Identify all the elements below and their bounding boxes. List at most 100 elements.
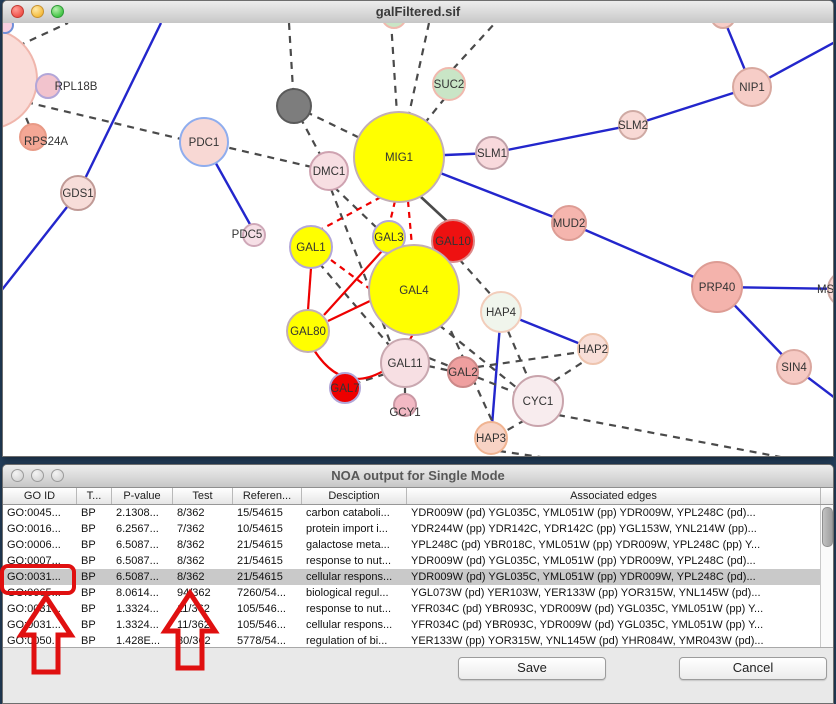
cell-ref: 7260/54...	[233, 585, 302, 601]
desktop: { "network_window": { "title": "galFilte…	[0, 0, 836, 704]
cell-desc: biological regul...	[302, 585, 407, 601]
network-edge[interactable]	[320, 197, 381, 230]
network-edge[interactable]	[409, 23, 429, 114]
column-header-t[interactable]: T...	[77, 488, 112, 504]
cell-edges: YFR034C (pd) YBR093C, YDR009W (pd) YGL03…	[407, 601, 822, 617]
column-header-go[interactable]: GO ID	[3, 488, 77, 504]
network-node-mud2[interactable]: MUD2	[552, 206, 586, 240]
network-node-hap3[interactable]: HAP3	[475, 422, 507, 454]
network-node-gal2[interactable]: GAL2	[448, 357, 478, 387]
network-node-rpl18b[interactable]: RPL18B	[36, 74, 98, 98]
network-node-gcy1[interactable]: GCY1	[389, 394, 420, 419]
node-label: SLM2	[618, 120, 648, 132]
save-button[interactable]: Save	[458, 657, 606, 680]
network-edge[interactable]	[26, 102, 181, 139]
vertical-scrollbar[interactable]	[820, 505, 833, 650]
network-edge[interactable]	[499, 451, 554, 457]
network-edge[interactable]	[421, 197, 450, 224]
column-header-ref[interactable]: Referen...	[233, 488, 302, 504]
cell-desc: response to nut...	[302, 601, 407, 617]
network-edge[interactable]	[18, 23, 68, 46]
network-node[interactable]	[711, 23, 735, 28]
network-node-cyc1[interactable]: CYC1	[513, 376, 563, 426]
table-row[interactable]: GO:0031...BP1.3324...11/362105/546...res…	[3, 601, 822, 617]
network-edge[interactable]	[391, 23, 397, 114]
network-node-gal1[interactable]: GAL1	[290, 226, 332, 268]
network-node-dmc1[interactable]: DMC1	[310, 152, 348, 190]
network-node-prp40[interactable]: PRP40	[692, 262, 742, 312]
network-node-nip1[interactable]: NIP1	[733, 68, 771, 106]
cell-ref: 105/546...	[233, 617, 302, 633]
network-node-hap2[interactable]: HAP2	[578, 334, 608, 364]
scrollbar-thumb[interactable]	[822, 507, 833, 547]
network-edge[interactable]	[3, 193, 78, 291]
table-row[interactable]: GO:0045...BP2.1308...8/36215/54615carbon…	[3, 505, 822, 521]
network-node-gal7[interactable]: GAL7	[330, 373, 360, 403]
table-row[interactable]: GO:0065...BP8.0614...94/3627260/54...bio…	[3, 585, 822, 601]
network-node-pdc5[interactable]: PDC5	[232, 224, 265, 246]
network-node-mig1[interactable]: MIG1	[354, 112, 444, 202]
column-header-desc[interactable]: Desciption	[302, 488, 407, 504]
node-label: PDC5	[232, 229, 263, 241]
network-edge[interactable]	[424, 98, 445, 124]
network-node-slm1[interactable]: SLM1	[476, 137, 508, 169]
network-node[interactable]	[382, 23, 406, 28]
network-node-suc2[interactable]: SUC2	[433, 68, 465, 100]
cell-ref: 10/54615	[233, 521, 302, 537]
network-edge[interactable]	[78, 23, 161, 193]
network-graph[interactable]: RPL18B RPS24A GDS1 PDC1 DMC1MIG1 SUC2 SLM1 SLM2…	[3, 23, 833, 457]
network-node-rps24a[interactable]: RPS24A	[20, 124, 68, 150]
table-row[interactable]: GO:0007...BP6.5087...8/36221/54615respon…	[3, 553, 822, 569]
network-edge[interactable]	[408, 201, 412, 246]
cell-t: BP	[77, 537, 112, 553]
cell-test: 11/362	[173, 601, 233, 617]
network-edge[interactable]	[477, 352, 581, 367]
network-canvas[interactable]: RPL18B RPS24A GDS1 PDC1 DMC1MIG1 SUC2 SLM1 SLM2…	[3, 23, 833, 457]
network-node-msl1[interactable]: MSL1	[817, 271, 833, 307]
cell-t: BP	[77, 601, 112, 617]
network-edge[interactable]	[504, 420, 525, 432]
cell-p: 6.2567...	[112, 521, 173, 537]
cancel-button[interactable]: Cancel	[679, 657, 827, 680]
network-node[interactable]	[3, 29, 37, 129]
node-label: MSL1	[817, 284, 833, 296]
network-node[interactable]	[3, 23, 13, 33]
cell-desc: response to nut...	[302, 553, 407, 569]
node-label: HAP3	[476, 433, 506, 445]
column-header-test[interactable]: Test	[173, 488, 233, 504]
network-edge[interactable]	[390, 201, 395, 222]
network-node-gal11[interactable]: GAL11	[381, 339, 429, 387]
noa-output-window: NOA output for Single Mode GO IDT...P-va…	[2, 464, 834, 704]
network-node[interactable]	[277, 89, 311, 123]
network-edge[interactable]	[558, 415, 791, 457]
network-node-gal4[interactable]: GAL4	[369, 245, 459, 335]
network-node-gds1[interactable]: GDS1	[61, 176, 95, 210]
node-label: HAP2	[578, 344, 608, 356]
noa-window-title: NOA output for Single Mode	[3, 468, 833, 483]
network-edge[interactable]	[453, 23, 495, 69]
table-row[interactable]: GO:0031...BP1.3324...11/362105/546...cel…	[3, 617, 822, 633]
table-row[interactable]: GO:0016...BP6.2567...7/36210/54615protei…	[3, 521, 822, 537]
cell-test: 8/362	[173, 505, 233, 521]
network-window-titlebar[interactable]: galFiltered.sif	[3, 1, 833, 24]
table-row[interactable]: GO:0031...BP6.5087...8/36221/54615cellul…	[3, 569, 822, 585]
network-node-pdc1[interactable]: PDC1	[180, 118, 228, 166]
node-label: GCY1	[389, 407, 420, 419]
network-node-hap4[interactable]: HAP4	[481, 292, 521, 332]
network-edge[interactable]	[308, 268, 311, 310]
cell-go: GO:0045...	[3, 505, 77, 521]
network-edge[interactable]	[331, 260, 374, 292]
column-header-edges[interactable]: Associated edges	[407, 488, 821, 504]
network-edge[interactable]	[459, 259, 493, 297]
cell-edges: YDR244W (pp) YDR142C, YDR142C (pp) YGL15…	[407, 521, 822, 537]
node-label: PRP40	[699, 282, 735, 294]
network-edge[interactable]	[508, 331, 529, 380]
network-edge[interactable]	[492, 125, 633, 153]
column-header-p[interactable]: P-value	[112, 488, 173, 504]
table-row[interactable]: GO:0006...BP6.5087...8/36221/54615galact…	[3, 537, 822, 553]
network-edge[interactable]	[554, 360, 586, 381]
network-node-sin4[interactable]: SIN4	[777, 350, 811, 384]
noa-window-titlebar[interactable]: NOA output for Single Mode	[3, 465, 833, 488]
network-node-slm2[interactable]: SLM2	[618, 111, 648, 139]
network-node-gal80[interactable]: GAL80	[287, 310, 329, 352]
